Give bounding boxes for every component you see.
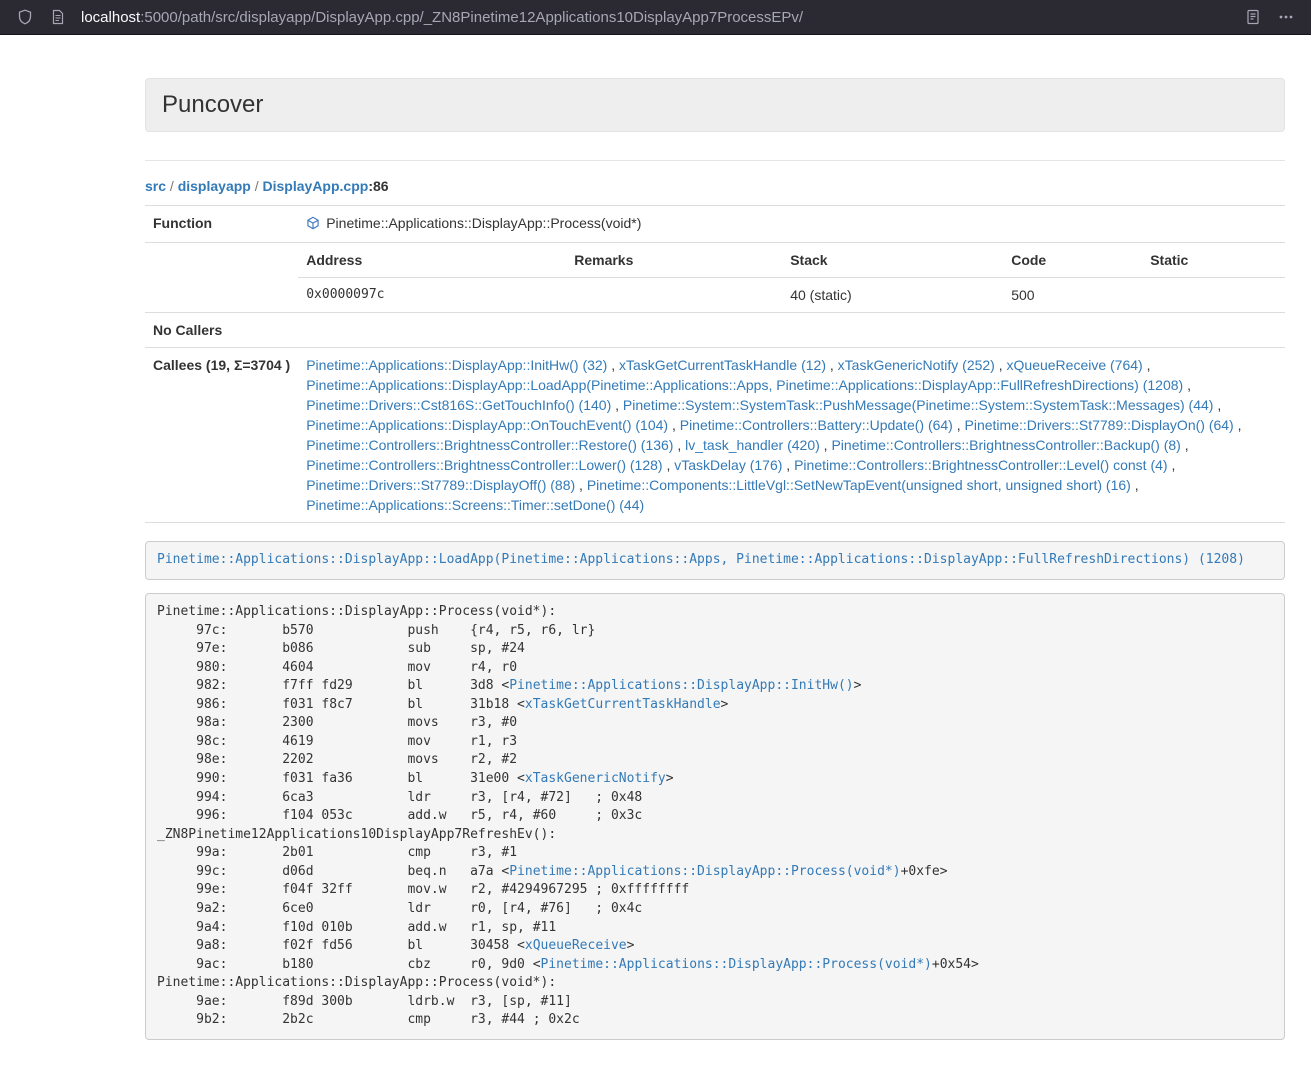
callees-label: Callees (19, Σ=3704 ) — [145, 348, 298, 523]
callee-separator: , — [995, 357, 1007, 373]
disassembly-code: Pinetime::Applications::DisplayApp::Proc… — [145, 593, 1285, 1040]
stack-value: 40 (static) — [782, 278, 1003, 313]
callee-separator: , — [1168, 457, 1176, 473]
address-bar[interactable]: localhost:5000/path/src/displayapp/Displ… — [81, 9, 1232, 26]
callee-separator: , — [663, 457, 675, 473]
no-callers-value — [298, 313, 1285, 348]
callee-link[interactable]: Pinetime::Controllers::BrightnessControl… — [794, 457, 1167, 473]
callees-row: Callees (19, Σ=3704 ) Pinetime::Applicat… — [145, 348, 1285, 523]
function-name: Pinetime::Applications::DisplayApp::Proc… — [326, 215, 641, 231]
code-value: 500 — [1003, 278, 1142, 313]
callee-separator: , — [673, 437, 685, 453]
callee-separator: , — [826, 357, 838, 373]
callee-separator: , — [1143, 357, 1151, 373]
callee-separator: , — [611, 397, 623, 413]
metrics-table: Address Remarks Stack Code Static 0x0000… — [298, 243, 1285, 312]
column-code: Code — [1003, 243, 1142, 278]
column-static: Static — [1142, 243, 1285, 278]
callee-link[interactable]: Pinetime::Applications::DisplayApp::Load… — [306, 377, 1183, 393]
no-callers-row: No Callers — [145, 313, 1285, 348]
function-label: Function — [145, 206, 298, 243]
breadcrumb-separator: / — [166, 178, 178, 194]
callee-separator: , — [1183, 377, 1191, 393]
callee-link[interactable]: Pinetime::Controllers::BrightnessControl… — [831, 437, 1180, 453]
callee-separator: , — [820, 437, 832, 453]
highlighted-symbol-box: Pinetime::Applications::DisplayApp::Load… — [145, 541, 1285, 580]
callee-separator: , — [1131, 477, 1139, 493]
callee-separator: , — [1234, 417, 1242, 433]
metrics-cell: Address Remarks Stack Code Static 0x0000… — [298, 243, 1285, 313]
breadcrumb: src / displayapp / DisplayApp.cpp:86 — [145, 177, 1285, 195]
callee-link[interactable]: xTaskGenericNotify (252) — [838, 357, 995, 373]
url-path: :5000/path/src/displayapp/DisplayApp.cpp… — [140, 9, 803, 26]
callee-link[interactable]: Pinetime::Applications::Screens::Timer::… — [306, 497, 644, 513]
column-remarks: Remarks — [566, 243, 782, 278]
page-container: Puncover src / displayapp / DisplayApp.c… — [145, 78, 1285, 1040]
function-detail-table: Function Pinetime::Applications::Display… — [145, 205, 1285, 523]
callee-link[interactable]: lv_task_handler (420) — [685, 437, 820, 453]
url-host: localhost — [81, 9, 140, 26]
callee-link[interactable]: Pinetime::Drivers::St7789::DisplayOn() (… — [965, 417, 1234, 433]
callee-link[interactable]: Pinetime::Controllers::BrightnessControl… — [306, 437, 673, 453]
page-info-icon[interactable] — [46, 5, 70, 29]
callee-link[interactable]: Pinetime::Controllers::BrightnessControl… — [306, 457, 662, 473]
breadcrumb-link-src[interactable]: src — [145, 178, 166, 194]
page-title: Puncover — [162, 92, 1268, 118]
column-stack: Stack — [782, 243, 1003, 278]
remarks-value — [566, 278, 782, 313]
callee-separator: , — [575, 477, 587, 493]
highlighted-symbol-link[interactable]: Pinetime::Applications::DisplayApp::Load… — [157, 552, 1245, 567]
asm-symbol-link[interactable]: xTaskGetCurrentTaskHandle — [525, 697, 721, 712]
no-callers-label: No Callers — [145, 313, 298, 348]
reader-view-icon[interactable] — [1241, 5, 1265, 29]
breadcrumb-link-file[interactable]: DisplayApp.cpp — [263, 178, 369, 194]
callee-link[interactable]: Pinetime::Applications::DisplayApp::OnTo… — [306, 417, 668, 433]
callee-link[interactable]: Pinetime::System::SystemTask::PushMessag… — [623, 397, 1214, 413]
app-header-panel: Puncover — [145, 78, 1285, 132]
function-name-cell: Pinetime::Applications::DisplayApp::Proc… — [298, 206, 1285, 243]
callee-link[interactable]: Pinetime::Drivers::St7789::DisplayOff() … — [306, 477, 575, 493]
callee-link[interactable]: Pinetime::Applications::DisplayApp::Init… — [306, 357, 607, 373]
callee-separator: , — [668, 417, 680, 433]
tracking-protection-shield-icon[interactable] — [13, 5, 37, 29]
callee-separator: , — [1213, 397, 1221, 413]
callee-separator: , — [782, 457, 794, 473]
callees-cell: Pinetime::Applications::DisplayApp::Init… — [298, 348, 1285, 523]
breadcrumb-line-number: :86 — [368, 178, 388, 194]
callee-separator: , — [953, 417, 965, 433]
metrics-row: Address Remarks Stack Code Static 0x0000… — [145, 243, 1285, 313]
callee-link[interactable]: Pinetime::Controllers::Battery::Update()… — [680, 417, 953, 433]
callee-link[interactable]: xTaskGetCurrentTaskHandle (12) — [619, 357, 826, 373]
static-value — [1142, 278, 1285, 313]
address-value: 0x0000097c — [298, 278, 566, 313]
callee-link[interactable]: Pinetime::Drivers::Cst816S::GetTouchInfo… — [306, 397, 611, 413]
metrics-header-row: Address Remarks Stack Code Static — [298, 243, 1285, 278]
asm-symbol-link[interactable]: Pinetime::Applications::DisplayApp::Proc… — [541, 957, 932, 972]
empty-label-cell — [145, 243, 298, 313]
browser-chrome: localhost:5000/path/src/displayapp/Displ… — [0, 0, 1311, 35]
asm-symbol-link[interactable]: xTaskGenericNotify — [525, 771, 666, 786]
breadcrumb-separator: / — [251, 178, 263, 194]
column-address: Address — [298, 243, 566, 278]
asm-symbol-link[interactable]: xQueueReceive — [525, 938, 627, 953]
page-actions-menu-icon[interactable] — [1274, 5, 1298, 29]
breadcrumb-link-displayapp[interactable]: displayapp — [178, 178, 251, 194]
asm-symbol-link[interactable]: Pinetime::Applications::DisplayApp::Proc… — [509, 864, 900, 879]
callee-link[interactable]: Pinetime::Components::LittleVgl::SetNewT… — [587, 477, 1131, 493]
function-row: Function Pinetime::Applications::Display… — [145, 206, 1285, 243]
callee-link[interactable]: vTaskDelay (176) — [674, 457, 782, 473]
function-symbol-icon — [306, 215, 320, 235]
divider — [145, 160, 1285, 161]
callee-separator: , — [1181, 437, 1189, 453]
asm-symbol-link[interactable]: Pinetime::Applications::DisplayApp::Init… — [509, 678, 853, 693]
callee-link[interactable]: xQueueReceive (764) — [1007, 357, 1143, 373]
callee-separator: , — [607, 357, 619, 373]
metrics-values-row: 0x0000097c 40 (static) 500 — [298, 278, 1285, 313]
